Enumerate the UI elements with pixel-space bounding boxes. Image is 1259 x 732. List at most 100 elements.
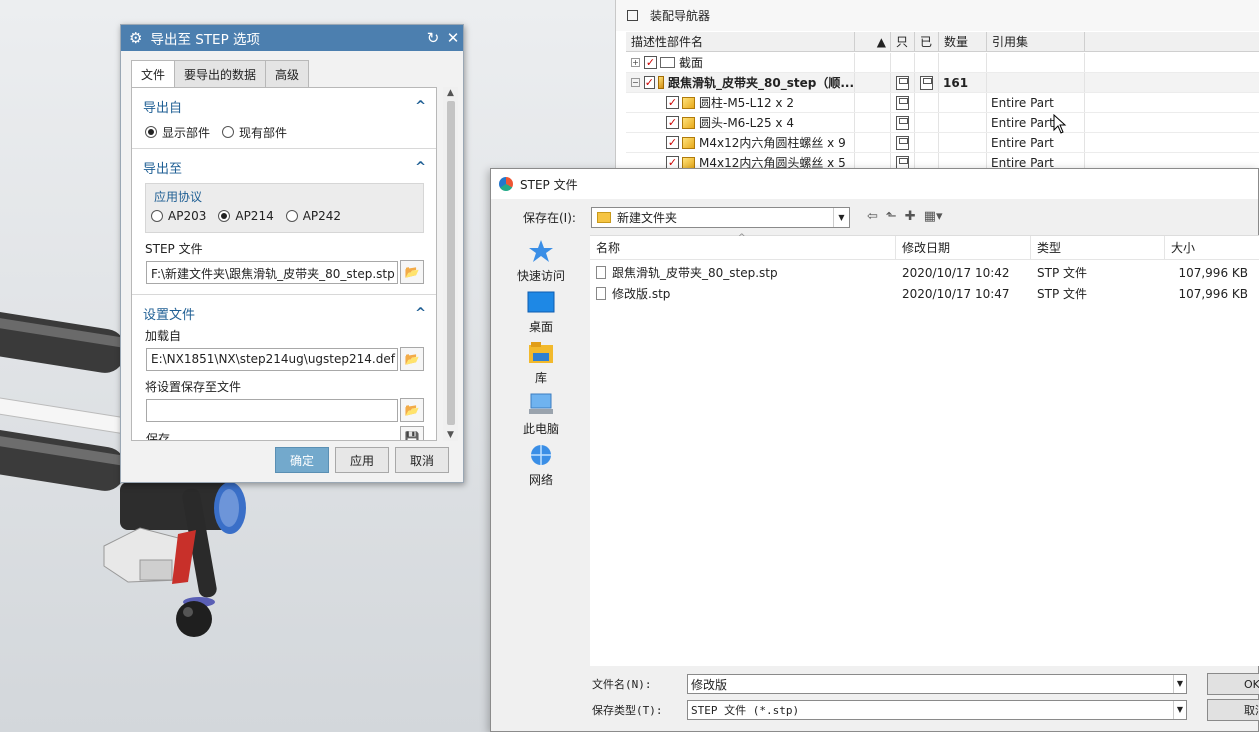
place-quick-access[interactable]: 快速访问	[503, 235, 579, 286]
chevron-down-icon[interactable]: ▼	[1173, 675, 1186, 693]
place-network[interactable]: 网络	[503, 439, 579, 490]
radio-existing-part-indicator[interactable]	[222, 126, 235, 138]
col-date-modified[interactable]: 修改日期	[896, 236, 1031, 259]
browse-folder-icon[interactable]: 📂	[400, 260, 424, 284]
col-part-name[interactable]: 描述性部件名	[626, 32, 855, 51]
radio-ap242[interactable]: AP242	[285, 209, 341, 223]
file-list[interactable]: ^ 名称 修改日期 类型 大小 跟焦滑轨_皮带夹_80_step.stp 202…	[590, 233, 1259, 666]
save-icon[interactable]: 💾	[400, 426, 424, 440]
chevron-up-icon[interactable]: ^	[415, 160, 426, 175]
file-name: 修改版.stp	[612, 287, 671, 301]
up-folder-icon[interactable]: ⬑	[886, 209, 897, 224]
file-row[interactable]: 跟焦滑轨_皮带夹_80_step.stp 2020/10/17 10:42 ST…	[590, 262, 1259, 283]
filename-label: 文件名(N):	[592, 678, 652, 691]
chevron-up-icon[interactable]: ^	[415, 99, 426, 114]
radio-ap242-indicator[interactable]	[285, 210, 298, 222]
save-in-value: 新建文件夹	[617, 211, 678, 225]
apply-button[interactable]: 应用	[334, 447, 389, 473]
load-from-input[interactable]: E:\NX1851\NX\step214ug\ugstep214.def	[146, 347, 398, 371]
tree-row-ref	[987, 73, 1085, 92]
radio-ap214-indicator[interactable]	[218, 210, 231, 222]
tree-row[interactable]: ✓ 圆头-M6-L25 x 4 Entire Part	[626, 113, 1259, 133]
section-export-to[interactable]: 导出至 ^	[132, 155, 436, 179]
browse-folder-icon[interactable]: 📂	[400, 347, 424, 371]
file-dialog-titlebar[interactable]: STEP 文件	[491, 169, 1258, 199]
navigator-tree: + ✓ 截面 − ✓ 跟焦滑轨_皮带夹_80_step（顺... 161 ✓ 圆…	[626, 53, 1259, 173]
filetype-select[interactable]: STEP 文件 (*.stp) ▼	[687, 700, 1187, 720]
col-loaded[interactable]: 已	[915, 32, 939, 51]
nx-logo-icon	[499, 177, 513, 191]
radio-existing-part[interactable]: 现有部件	[222, 124, 287, 141]
sort-up-icon[interactable]: ▲	[855, 32, 891, 51]
ok-button[interactable]: 确定	[274, 447, 329, 473]
cancel-button[interactable]: 取消	[394, 447, 449, 473]
tree-row-ref: Entire Part	[987, 93, 1085, 112]
export-from-options: 显示部件 现有部件	[132, 122, 436, 142]
file-dialog-title: STEP 文件	[520, 177, 578, 192]
tree-row[interactable]: + ✓ 截面	[626, 53, 1259, 73]
section-export-from[interactable]: 导出自 ^	[132, 94, 436, 118]
section-settings-file[interactable]: 设置文件 ^	[132, 301, 436, 325]
col-reference-set[interactable]: 引用集	[987, 32, 1085, 51]
radio-existing-part-label: 现有部件	[239, 125, 288, 140]
tab-file[interactable]: 文件	[131, 60, 176, 88]
checkbox-icon[interactable]: ✓	[666, 136, 679, 149]
view-menu-icon[interactable]: ▦▾	[924, 209, 943, 224]
scroll-thumb[interactable]	[447, 101, 455, 425]
scroll-down-icon[interactable]: ▼	[443, 430, 458, 440]
tree-row[interactable]: − ✓ 跟焦滑轨_皮带夹_80_step（顺... 161	[626, 73, 1259, 93]
chevron-up-icon[interactable]: ^	[415, 306, 426, 321]
save-settings-input[interactable]	[146, 398, 398, 422]
assembly-icon	[657, 76, 665, 89]
radio-ap203-indicator[interactable]	[151, 210, 163, 222]
file-name: 跟焦滑轨_皮带夹_80_step.stp	[612, 266, 778, 280]
tree-row-qty	[939, 93, 987, 112]
export-dialog-scrollbar[interactable]: ▲ ▼	[443, 87, 458, 441]
readonly-icon	[896, 95, 909, 110]
radio-ap203[interactable]: AP203	[151, 209, 206, 223]
file-row[interactable]: 修改版.stp 2020/10/17 10:47 STP 文件 107,996 …	[590, 283, 1259, 304]
part-icon	[682, 136, 695, 149]
browse-folder-icon[interactable]: 📂	[400, 398, 424, 422]
col-type[interactable]: 类型	[1031, 236, 1165, 259]
checkbox-icon[interactable]: ✓	[643, 76, 655, 89]
collapse-icon[interactable]: −	[631, 78, 640, 87]
scroll-up-icon[interactable]: ▲	[443, 88, 458, 98]
protocol-options: AP203 AP214 AP242	[146, 206, 423, 226]
close-icon[interactable]: ✕	[443, 29, 463, 47]
tree-row[interactable]: ✓ 圆柱-M5-L12 x 2 Entire Part	[626, 93, 1259, 113]
new-folder-icon[interactable]: ✚	[905, 209, 916, 224]
col-readonly[interactable]: 只	[891, 32, 915, 51]
tab-data-to-export[interactable]: 要导出的数据	[174, 60, 267, 87]
place-desktop[interactable]: 桌面	[503, 286, 579, 337]
place-label: 此电脑	[522, 422, 559, 436]
chevron-down-icon[interactable]: ▼	[833, 208, 849, 227]
sort-up-icon: ^	[738, 233, 746, 243]
place-libraries[interactable]: 库	[503, 337, 579, 388]
save-in-combo[interactable]: 新建文件夹 ▼	[591, 207, 850, 228]
tree-row[interactable]: ✓ M4x12内六角圆柱螺丝 x 9 Entire Part	[626, 133, 1259, 153]
checkbox-icon[interactable]	[627, 10, 638, 21]
place-label: 网络	[528, 473, 553, 487]
filename-input[interactable]: 修改版 ▼	[687, 674, 1187, 694]
step-file-row: F:\新建文件夹\跟焦滑轨_皮带夹_80_step.stp 📂	[146, 260, 436, 284]
tree-row-label: 圆头-M6-L25 x 4	[699, 116, 794, 130]
checkbox-icon[interactable]: ✓	[666, 96, 679, 109]
place-this-pc[interactable]: 此电脑	[503, 388, 579, 439]
export-dialog-titlebar[interactable]: ⚙ 导出至 STEP 选项 ↻ ✕	[121, 25, 463, 51]
step-file-input[interactable]: F:\新建文件夹\跟焦滑轨_皮带夹_80_step.stp	[146, 260, 398, 284]
checkbox-icon[interactable]: ✓	[644, 56, 657, 69]
tab-advanced[interactable]: 高级	[265, 60, 310, 87]
radio-ap214[interactable]: AP214	[218, 209, 274, 223]
expand-icon[interactable]: +	[631, 58, 640, 67]
radio-display-part[interactable]: 显示部件	[145, 124, 210, 141]
checkbox-icon[interactable]: ✓	[666, 116, 679, 129]
col-quantity[interactable]: 数量	[939, 32, 987, 51]
reset-icon[interactable]: ↻	[423, 29, 443, 47]
file-ok-button[interactable]: OK	[1207, 673, 1259, 695]
col-size[interactable]: 大小	[1165, 236, 1259, 259]
file-cancel-button[interactable]: 取消	[1207, 699, 1259, 721]
radio-display-part-indicator[interactable]	[145, 126, 157, 138]
back-arrow-icon[interactable]: ⇦	[867, 209, 878, 224]
chevron-down-icon[interactable]: ▼	[1173, 701, 1186, 719]
